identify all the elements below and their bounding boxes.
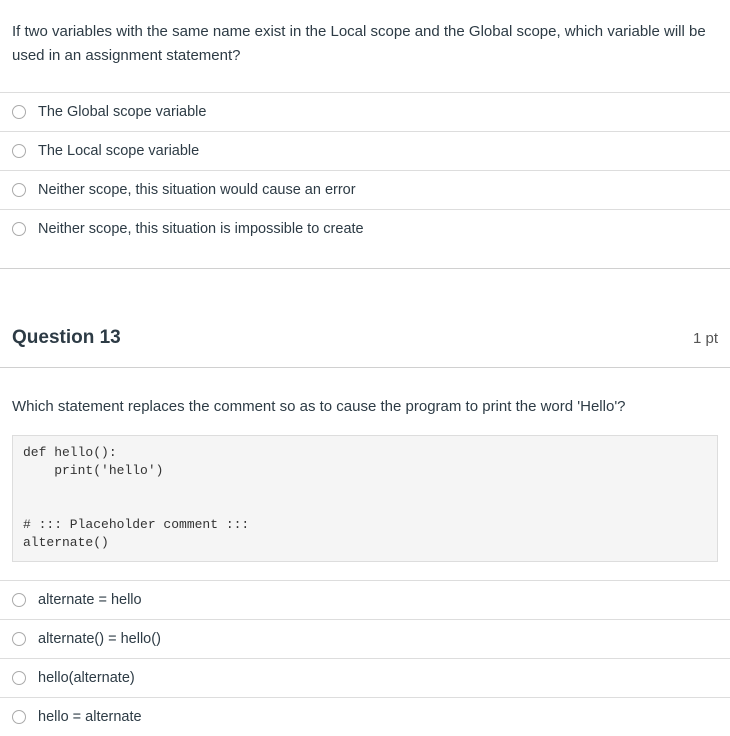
radio-icon[interactable]	[12, 671, 26, 685]
question-12-options: The Global scope variable The Local scop…	[0, 92, 730, 248]
option-row[interactable]: alternate = hello	[0, 581, 730, 620]
question-12-block: If two variables with the same name exis…	[0, 0, 730, 248]
option-label: hello = alternate	[38, 709, 142, 725]
question-12-text: If two variables with the same name exis…	[0, 0, 730, 92]
option-row[interactable]: hello(alternate)	[0, 659, 730, 698]
radio-icon[interactable]	[12, 183, 26, 197]
option-row[interactable]: hello = alternate	[0, 698, 730, 736]
question-13-options: alternate = hello alternate() = hello() …	[0, 580, 730, 736]
option-row[interactable]: Neither scope, this situation is impossi…	[0, 210, 730, 248]
radio-icon[interactable]	[12, 710, 26, 724]
question-13-text: Which statement replaces the comment so …	[0, 368, 730, 435]
radio-icon[interactable]	[12, 144, 26, 158]
radio-icon[interactable]	[12, 105, 26, 119]
option-label: hello(alternate)	[38, 670, 135, 686]
question-title: Question 13	[12, 327, 121, 349]
radio-icon[interactable]	[12, 222, 26, 236]
option-label: Neither scope, this situation would caus…	[38, 182, 356, 198]
question-13-block: Which statement replaces the comment so …	[0, 368, 730, 736]
option-row[interactable]: Neither scope, this situation would caus…	[0, 171, 730, 210]
option-row[interactable]: The Global scope variable	[0, 93, 730, 132]
question-points: 1 pt	[693, 330, 718, 347]
radio-icon[interactable]	[12, 632, 26, 646]
option-label: The Global scope variable	[38, 104, 206, 120]
option-row[interactable]: The Local scope variable	[0, 132, 730, 171]
option-label: alternate = hello	[38, 592, 142, 608]
option-label: Neither scope, this situation is impossi…	[38, 221, 364, 237]
option-row[interactable]: alternate() = hello()	[0, 620, 730, 659]
section-divider	[0, 268, 730, 269]
question-13-header: Question 13 1 pt	[0, 309, 730, 368]
option-label: alternate() = hello()	[38, 631, 161, 647]
option-label: The Local scope variable	[38, 143, 199, 159]
code-block: def hello(): print('hello') # ::: Placeh…	[12, 435, 718, 562]
radio-icon[interactable]	[12, 593, 26, 607]
